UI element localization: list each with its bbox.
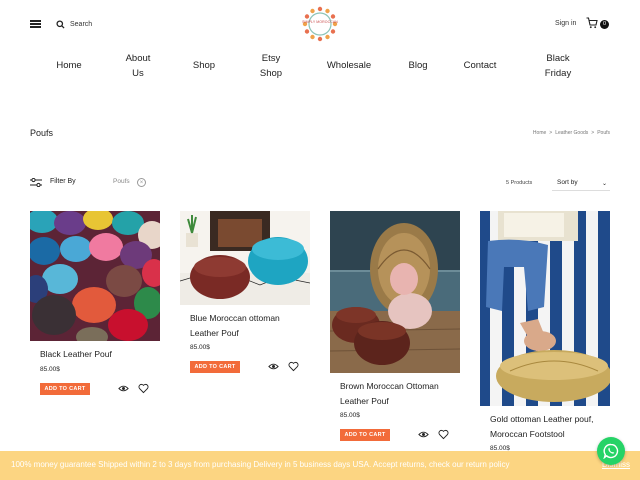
breadcrumb-separator: > xyxy=(549,130,553,136)
logo[interactable]: SIMPLY MOROCCAN xyxy=(302,6,338,42)
product-name-line: Leather Pouf xyxy=(190,328,239,338)
breadcrumb-current: Poufs xyxy=(597,130,610,136)
gold-ottoman-image xyxy=(480,211,610,406)
product-name-line: Moroccan Footstool xyxy=(490,429,565,439)
nav-etsy-shop[interactable]: Etsy Shop xyxy=(260,51,282,81)
nav-home[interactable]: Home xyxy=(56,58,81,73)
search-button[interactable]: Search xyxy=(56,18,92,30)
cart-count-badge: 0 xyxy=(600,20,609,29)
product-count: 5 Products xyxy=(506,180,533,186)
nav-shop[interactable]: Shop xyxy=(193,58,215,73)
quick-view-eye-icon[interactable] xyxy=(118,383,129,394)
breadcrumb-leather-goods[interactable]: Leather Goods xyxy=(555,130,588,136)
quick-view-eye-icon[interactable] xyxy=(418,429,429,440)
logo-text: SIMPLY MOROCCAN xyxy=(302,20,338,24)
product-price: 85.00$ xyxy=(190,344,210,351)
chevron-down-icon[interactable]: ⌄ xyxy=(602,180,607,187)
nav-contact[interactable]: Contact xyxy=(464,58,497,73)
product-name-line: Blue Moroccan ottoman xyxy=(190,313,280,323)
nav-blog[interactable]: Blog xyxy=(408,58,427,73)
quick-view-eye-icon[interactable] xyxy=(268,361,279,372)
wishlist-heart-icon[interactable] xyxy=(138,383,149,394)
nav-black-line2: Friday xyxy=(544,68,572,79)
promo-text: 100% money guarantee Shipped within 2 to… xyxy=(11,460,510,469)
product-image-brown-ottoman[interactable] xyxy=(330,211,460,373)
breadcrumb: Home > Leather Goods > Poufs xyxy=(533,130,610,136)
product-name-line: Leather Pouf xyxy=(340,396,389,406)
promo-banner: 100% money guarantee Shipped within 2 to… xyxy=(0,451,640,480)
product-name[interactable]: Brown Moroccan Ottoman Leather Pouf xyxy=(340,379,439,409)
nav-about-line1: About xyxy=(125,53,151,64)
search-icon xyxy=(56,19,65,29)
nav-black-line1: Black xyxy=(546,53,570,64)
product-name[interactable]: Black Leather Pouf xyxy=(40,347,112,362)
nav-black-friday[interactable]: Black Friday xyxy=(545,51,571,81)
nav-about-line2: Us xyxy=(132,68,144,79)
search-label: Search xyxy=(70,20,93,28)
product-image-blue-ottoman[interactable] xyxy=(180,211,310,305)
cart-icon xyxy=(586,17,598,29)
product-name-line: Black Leather Pouf xyxy=(40,349,112,359)
product-image-black-pouf[interactable] xyxy=(30,211,160,341)
product-name[interactable]: Gold ottoman Leather pouf, Moroccan Foots… xyxy=(490,412,594,442)
sort-underline xyxy=(552,190,610,191)
filter-by-button[interactable]: Filter By xyxy=(50,178,76,185)
add-to-cart-button[interactable]: ADD TO CART xyxy=(340,429,390,441)
whatsapp-chat-button[interactable] xyxy=(597,437,625,465)
wishlist-heart-icon[interactable] xyxy=(288,361,299,372)
wishlist-heart-icon[interactable] xyxy=(438,429,449,440)
signin-link[interactable]: Sign in xyxy=(555,20,576,27)
menu-icon[interactable] xyxy=(30,20,41,28)
product-price: 85.00$ xyxy=(340,412,360,419)
whatsapp-icon xyxy=(603,443,619,459)
brown-ottoman-image xyxy=(330,211,460,373)
breadcrumb-home[interactable]: Home xyxy=(533,130,546,136)
page-title: Poufs xyxy=(30,128,54,138)
nav-about-us[interactable]: About Us xyxy=(126,51,151,81)
close-icon[interactable]: × xyxy=(137,178,146,187)
product-price: 85.00$ xyxy=(40,366,60,373)
nav-wholesale[interactable]: Wholesale xyxy=(327,58,371,73)
product-image-gold-ottoman[interactable] xyxy=(480,211,610,406)
product-name-line: Brown Moroccan Ottoman xyxy=(340,381,439,391)
poufs-pile-image xyxy=(30,211,160,341)
sort-by-select[interactable]: Sort by xyxy=(557,179,578,186)
add-to-cart-button[interactable]: ADD TO CART xyxy=(40,383,90,395)
blue-ottoman-image xyxy=(180,211,310,305)
breadcrumb-separator: > xyxy=(591,130,595,136)
nav-etsy-line1: Etsy xyxy=(261,53,281,64)
active-filter-chip: Poufs xyxy=(113,178,130,185)
cart-button[interactable]: 0 xyxy=(586,17,610,31)
product-name[interactable]: Blue Moroccan ottoman Leather Pouf xyxy=(190,311,280,341)
filter-sliders-icon[interactable] xyxy=(30,178,42,187)
add-to-cart-button[interactable]: ADD TO CART xyxy=(190,361,240,373)
product-name-line: Gold ottoman Leather pouf, xyxy=(490,414,594,424)
nav-etsy-line2: Shop xyxy=(259,68,283,79)
